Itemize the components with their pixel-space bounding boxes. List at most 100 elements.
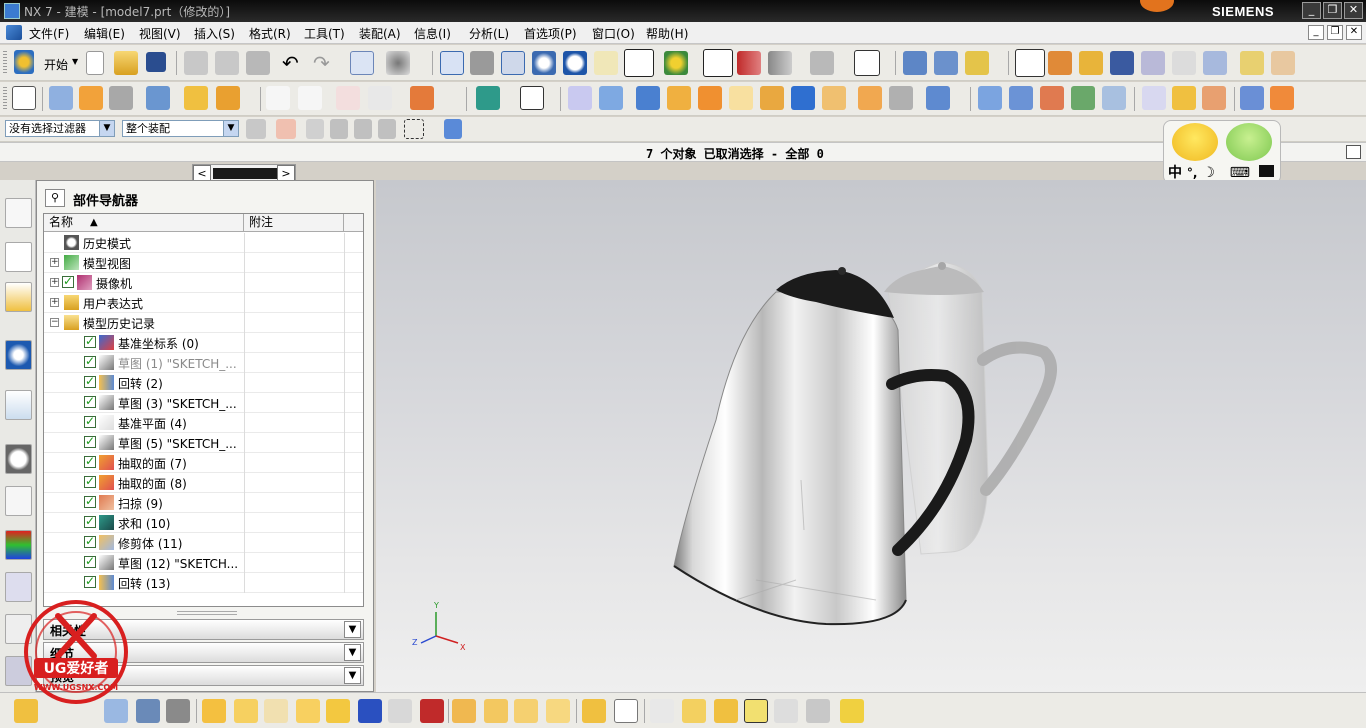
- redo-icon[interactable]: ↷: [313, 51, 330, 75]
- menu-tools[interactable]: 工具(T): [304, 25, 345, 42]
- skin-icon[interactable]: [1258, 165, 1274, 177]
- boss-icon[interactable]: [184, 86, 208, 110]
- check-clearance-icon[interactable]: [582, 699, 606, 723]
- magnify-icon[interactable]: [532, 51, 556, 75]
- information-icon[interactable]: [350, 51, 374, 75]
- attribute-icon[interactable]: [774, 699, 798, 723]
- menu-window[interactable]: 窗口(O): [592, 25, 635, 42]
- menu-edit[interactable]: 编辑(E): [84, 25, 125, 42]
- reuse-library-icon[interactable]: [5, 486, 32, 516]
- tree-row[interactable]: 草图 (1) "SKETCH_...: [44, 353, 363, 373]
- visibility-checkbox[interactable]: [84, 434, 96, 448]
- drawing-icon[interactable]: [682, 699, 706, 723]
- web-browser-icon[interactable]: [5, 340, 32, 370]
- panel-splitter[interactable]: [177, 611, 237, 615]
- curve-icon[interactable]: [336, 86, 360, 110]
- tree-row[interactable]: 草图 (12) "SKETCH...: [44, 553, 363, 573]
- show-body-icon[interactable]: [444, 119, 462, 139]
- new-component-icon[interactable]: [202, 699, 226, 723]
- chevron-down-icon[interactable]: ▼: [223, 121, 238, 136]
- menu-help[interactable]: 帮助(H): [646, 25, 688, 42]
- tree-row[interactable]: 草图 (3) "SKETCH_...: [44, 393, 363, 413]
- visibility-checkbox[interactable]: [84, 374, 96, 388]
- tree-row[interactable]: + 模型视图: [44, 253, 363, 273]
- general-selection-icon[interactable]: [246, 119, 266, 139]
- start-dropdown-icon[interactable]: ▼: [72, 57, 78, 66]
- assembly-navigator-tab-icon[interactable]: [5, 198, 32, 228]
- menu-view[interactable]: 视图(V): [139, 25, 181, 42]
- chamfer-icon[interactable]: [729, 86, 753, 110]
- tree-row[interactable]: 抽取的面 (8): [44, 473, 363, 493]
- clone-icon[interactable]: [650, 699, 674, 723]
- sphere-icon[interactable]: [667, 86, 691, 110]
- menu-format[interactable]: 格式(R): [249, 25, 291, 42]
- open-folder-icon[interactable]: [114, 51, 138, 75]
- ruled-icon[interactable]: [1071, 86, 1095, 110]
- moon-icon[interactable]: ☽: [1202, 165, 1215, 181]
- status-menu-icon[interactable]: [1346, 145, 1361, 159]
- fit-view-icon[interactable]: [440, 51, 464, 75]
- menu-analysis[interactable]: 分析(L): [469, 25, 509, 42]
- column-header-name[interactable]: 名称 ▲: [44, 214, 244, 232]
- visibility-checkbox[interactable]: [84, 514, 96, 528]
- toolbar-grip[interactable]: [3, 87, 7, 111]
- expand-icon[interactable]: +: [50, 278, 59, 287]
- add-component-icon[interactable]: [476, 86, 500, 110]
- visibility-checkbox[interactable]: [84, 334, 96, 348]
- revolve-tool-icon[interactable]: [109, 86, 133, 110]
- deformable-icon[interactable]: [546, 699, 570, 723]
- cone-icon[interactable]: [636, 86, 660, 110]
- commit-icon[interactable]: [840, 699, 864, 723]
- wcs-icon[interactable]: [903, 51, 927, 75]
- cylinder-icon[interactable]: [599, 86, 623, 110]
- model-viewport[interactable]: Y X Z: [376, 180, 1366, 692]
- keyboard-icon[interactable]: ⌨: [1230, 165, 1250, 181]
- tree-row[interactable]: 历史模式: [44, 233, 363, 253]
- tree-row[interactable]: 回转 (13): [44, 573, 363, 593]
- trim-body-tool-icon[interactable]: [858, 86, 882, 110]
- start-icon[interactable]: [14, 50, 34, 74]
- ruler-icon[interactable]: [1240, 51, 1264, 75]
- properties-icon[interactable]: [806, 699, 830, 723]
- menu-file[interactable]: 文件(F): [29, 25, 69, 42]
- shaded-with-edges-icon[interactable]: [624, 49, 654, 77]
- dimension-icon[interactable]: [744, 699, 768, 723]
- mate-icon[interactable]: [358, 699, 382, 723]
- restore-button[interactable]: ❐: [1323, 2, 1342, 19]
- touch-mode-icon[interactable]: [386, 51, 410, 75]
- visibility-checkbox[interactable]: [84, 534, 96, 548]
- pad-icon[interactable]: [216, 86, 240, 110]
- system-materials-icon[interactable]: [5, 530, 32, 560]
- features-icon[interactable]: [1203, 51, 1227, 75]
- visibility-checkbox[interactable]: [84, 414, 96, 428]
- select-feature-icon[interactable]: [354, 119, 372, 139]
- assembly-navigator-icon[interactable]: [12, 86, 36, 110]
- cut-icon[interactable]: [184, 51, 208, 75]
- through-mesh-icon[interactable]: [1009, 86, 1033, 110]
- offset-curve-icon[interactable]: [410, 86, 434, 110]
- orient-view-icon[interactable]: [664, 51, 688, 75]
- visibility-checkbox[interactable]: [84, 454, 96, 468]
- blend-icon[interactable]: [698, 86, 722, 110]
- minimize-button[interactable]: _: [1302, 2, 1321, 19]
- chevron-down-icon[interactable]: ▼: [344, 644, 361, 661]
- line-icon[interactable]: [266, 86, 290, 110]
- tree-row[interactable]: 基准坐标系 (0): [44, 333, 363, 353]
- extrude-icon[interactable]: [79, 86, 103, 110]
- offset-face-icon[interactable]: [1172, 86, 1196, 110]
- chevron-down-icon[interactable]: ▼: [99, 121, 114, 136]
- sketch-plane-icon[interactable]: [49, 86, 73, 110]
- history-palette-icon[interactable]: [5, 390, 32, 420]
- wave-link-icon[interactable]: [614, 699, 638, 723]
- undo-icon[interactable]: ↶: [282, 51, 299, 75]
- visibility-checkbox[interactable]: [84, 574, 96, 588]
- tree-row[interactable]: + 用户表达式: [44, 293, 363, 313]
- tree-row[interactable]: 回转 (2): [44, 373, 363, 393]
- type-filter-icon[interactable]: [276, 119, 296, 139]
- ime-punctuation-icon[interactable]: °,: [1187, 166, 1198, 180]
- document-icon[interactable]: [6, 25, 22, 40]
- new-file-icon[interactable]: [86, 51, 104, 75]
- layer-icon[interactable]: [810, 51, 834, 75]
- tree-row[interactable]: 草图 (5) "SKETCH_...: [44, 433, 363, 453]
- rectangle-select-icon[interactable]: [404, 119, 424, 139]
